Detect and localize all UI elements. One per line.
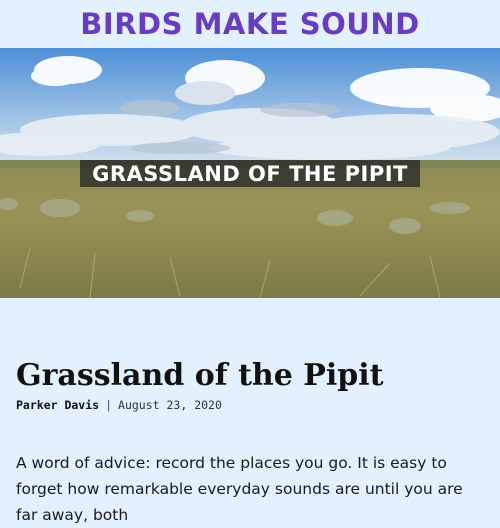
publish-date: August 23, 2020	[118, 398, 222, 412]
byline: Parker Davis | August 23, 2020	[16, 398, 484, 412]
byline-separator: |	[105, 398, 113, 412]
article-body: A word of advice: record the places you …	[16, 454, 463, 524]
article-title: Grassland of the Pipit	[16, 358, 384, 393]
hero-banner: GRASSLAND OF THE PIPIT	[0, 48, 500, 298]
site-header: BIRDS MAKE SOUND	[0, 0, 500, 48]
hero-caption: GRASSLAND OF THE PIPIT	[80, 160, 420, 187]
author-name[interactable]: Parker Davis	[16, 398, 99, 412]
article: Grassland of the Pipit Parker Davis | Augu…	[0, 358, 500, 528]
site-title[interactable]: BIRDS MAKE SOUND	[80, 7, 419, 41]
